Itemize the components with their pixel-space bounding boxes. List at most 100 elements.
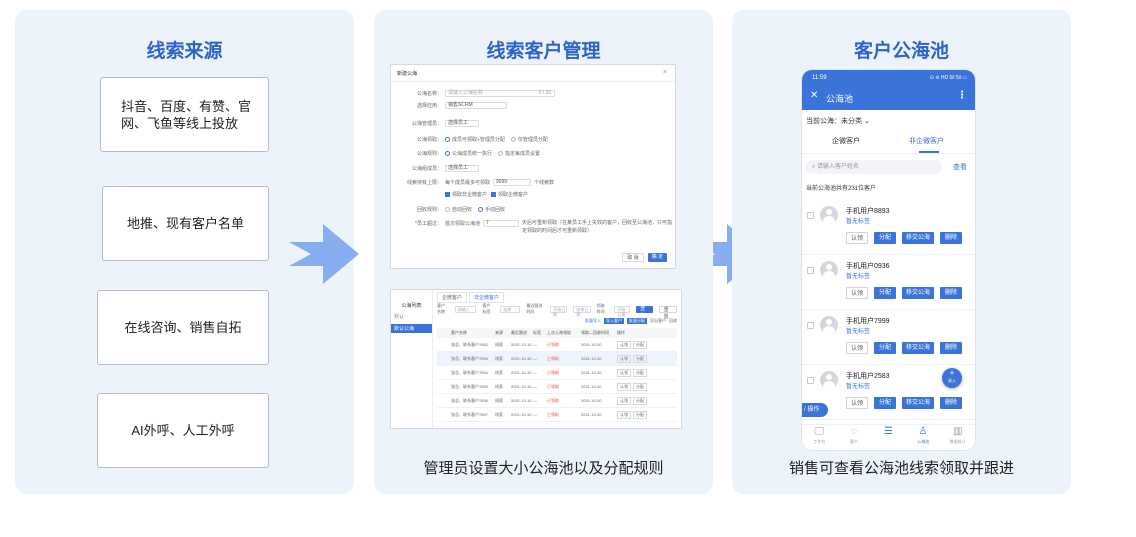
tab-corp[interactable]: 企微客户 (437, 292, 468, 303)
claim-button[interactable]: 认领 (617, 410, 631, 419)
customer-item[interactable]: 手机用户8893 暂无标签 认领 分配 移交公海 删除 (802, 200, 975, 255)
table-cell: 已领取 (547, 397, 559, 403)
recycle-radio-manual[interactable]: 手动回收 (478, 206, 505, 213)
filter-date[interactable]: 开始日期 (550, 305, 568, 317)
claim-button[interactable]: 认领 (617, 382, 631, 391)
close-icon[interactable]: ✕ (810, 90, 818, 101)
table-row[interactable]: 张总、联系客户7853 线索 2021-10-10— 已领取 2021-10-20 认领分… (437, 352, 677, 366)
days-input[interactable]: 7 (483, 219, 520, 227)
nav-item[interactable]: ☰ (871, 425, 906, 450)
more-icon[interactable]: ⋮ (957, 90, 967, 101)
member-select[interactable]: 选择员工 (445, 164, 479, 172)
cancel-button[interactable]: 取 消 (622, 253, 644, 262)
app-select[interactable]: 销售SCRM (445, 101, 507, 109)
customer-table: 客户名称 来源 最近跟进 标签 上次公海领取 领取—回收时间 操作 张总、联系客… (437, 328, 677, 422)
table-row[interactable]: 张总、联系客户7857 线索 2021-10-10— 已领取 2021-10-20 认领分… (437, 408, 677, 422)
claim-button[interactable]: 认领 (846, 232, 868, 244)
claim-button[interactable]: 认领 (846, 287, 868, 299)
source-card-consult: 在线咨询、销售自拓 (97, 290, 269, 365)
bulk-import-button[interactable]: 批量导入 (585, 318, 601, 324)
table-cell: 线索 (495, 383, 503, 389)
claim-radio-1[interactable]: 成员可领取+管理员分配 (445, 136, 505, 143)
checkbox-icon[interactable] (807, 212, 814, 219)
assign-button[interactable]: 分配 (633, 340, 647, 349)
recycle-radio-auto[interactable]: 自动回收 (445, 206, 472, 213)
claim-button[interactable]: 认领 (617, 354, 631, 363)
admin-select[interactable]: 选择员工 (445, 119, 479, 127)
nav-item[interactable]: ♙ 公海池 (906, 425, 941, 450)
table-row[interactable]: 张总、联系客户7855 线索 2021-10-10— 已领取 2021-10-20 认领分… (437, 380, 677, 394)
sidebar-item-active[interactable]: 默认公海 (391, 324, 432, 333)
filter-date[interactable]: 结束日期 (573, 305, 591, 317)
pool-name-input[interactable]: 请输入公海名称 0 / 20 (445, 89, 555, 97)
move-pool-button[interactable]: 移交公海 (902, 397, 934, 409)
delete-button[interactable]: 删除 (940, 232, 962, 244)
customer-item[interactable]: 手机用户0936 暂无标签 认领 分配 移交公海 删除 (802, 255, 975, 310)
sidebar-item-default[interactable]: 默认 (391, 309, 432, 324)
table-cell: — (533, 370, 537, 375)
delete-button[interactable]: 删除 (940, 342, 962, 354)
search-button[interactable]: 查看 (953, 162, 967, 172)
rule-radio-1[interactable]: 公海成员统一执行 (445, 150, 492, 157)
delete-button[interactable]: 删除 (940, 287, 962, 299)
claim-button[interactable]: 认领 (846, 397, 868, 409)
checkbox-noncorp[interactable]: 领取非企微客户 (445, 191, 487, 198)
claim-button[interactable]: 认领 (617, 340, 631, 349)
table-row[interactable]: 张总、联系客户7852 线索 2021-10-10— 已领取 2021-10-20 认领分… (437, 338, 677, 352)
table-row[interactable]: 张总、联系客户7856 线索 2021-10-10— 已领取 2021-10-20 认领分… (437, 394, 677, 408)
filter-select[interactable]: 选择 (500, 305, 521, 313)
assign-button[interactable]: 分配 (633, 410, 647, 419)
tab-noncorp[interactable]: 非企微客户 (469, 292, 505, 303)
reset-button[interactable]: 重 置 (658, 305, 677, 320)
claim-button[interactable]: 认领 (846, 342, 868, 354)
search-button[interactable]: 查 询 (636, 305, 653, 319)
limit-input[interactable]: 9999 (493, 178, 532, 186)
source-card-offline: 地推、现有客户名单 (102, 186, 269, 261)
nav-item[interactable]: ◌ 客户 (837, 425, 872, 450)
form-row: 公海规则： 公海成员统一执行 指定每成员设置 (391, 149, 675, 157)
recycle-button[interactable]: 回收 (669, 318, 677, 324)
table-cell: 已领取 (547, 369, 559, 375)
assign-button[interactable]: 分配 (633, 354, 647, 363)
move-pool-button[interactable]: 移交公海 (902, 287, 934, 299)
filter-input[interactable]: 请输入 (454, 305, 477, 313)
assign-button[interactable]: 分配 (874, 342, 896, 354)
search-input[interactable]: ⌕ 请输入客户姓名 (806, 160, 942, 174)
customer-name: 手机用户7999 (846, 318, 890, 325)
claim-button[interactable]: 认领 (617, 396, 631, 405)
checkbox-corp[interactable]: 领取企微客户 (491, 191, 528, 198)
move-pool-button[interactable]: 移交公海 (902, 342, 934, 354)
move-pool-button[interactable]: 移交公海 (902, 232, 934, 244)
table-cell: 已领取 (547, 411, 559, 417)
filter-date[interactable]: 开始日期 (614, 305, 631, 317)
assign-button[interactable]: 分配 (874, 232, 896, 244)
rule-radio-2[interactable]: 指定每成员设置 (498, 150, 540, 157)
tab-corp-customers[interactable]: 企微客户 (832, 136, 860, 146)
tab-noncorp-customers[interactable]: 非企微客户 (909, 136, 944, 146)
assign-button[interactable]: 分配 (633, 382, 647, 391)
claim-button[interactable]: 认领 (617, 368, 631, 377)
pool-selector[interactable]: 当前公海：未分类 ⌄ (806, 116, 870, 126)
batch-operate-button[interactable]: / 操作 (802, 403, 828, 417)
assign-button[interactable]: 分配 (874, 397, 896, 409)
ok-button[interactable]: 确 定 (647, 253, 667, 262)
bulk-assign-button[interactable]: 批量分配 (627, 318, 647, 324)
export-button[interactable]: 导出客户 (650, 318, 666, 324)
close-icon[interactable]: × (663, 69, 667, 76)
import-button[interactable]: 导入客户 (604, 318, 624, 324)
table-row[interactable]: 张总、联系客户7854 线索 2021-10-10— 已领取 2021-10-20 认领分… (437, 366, 677, 380)
delete-button[interactable]: 删除 (940, 397, 962, 409)
assign-button[interactable]: 分配 (874, 287, 896, 299)
assign-button[interactable]: 分配 (633, 368, 647, 377)
customer-item[interactable]: 手机用户7999 暂无标签 认领 分配 移交公海 删除 (802, 310, 975, 365)
nav-item[interactable]: ▥ 数据统计 (940, 425, 975, 450)
add-customer-fab[interactable]: + 录入 (942, 368, 962, 388)
field-label: 回收规则： (416, 206, 442, 213)
checkbox-icon[interactable] (807, 322, 814, 329)
checkbox-icon[interactable] (807, 377, 814, 384)
assign-button[interactable]: 分配 (633, 396, 647, 405)
form-row: 选择应用： 销售SCRM (391, 101, 675, 109)
checkbox-icon[interactable] (807, 267, 814, 274)
claim-radio-2[interactable]: 仅管理员分配 (510, 136, 548, 143)
nav-item[interactable]: 🖵 工作台 (802, 425, 837, 450)
